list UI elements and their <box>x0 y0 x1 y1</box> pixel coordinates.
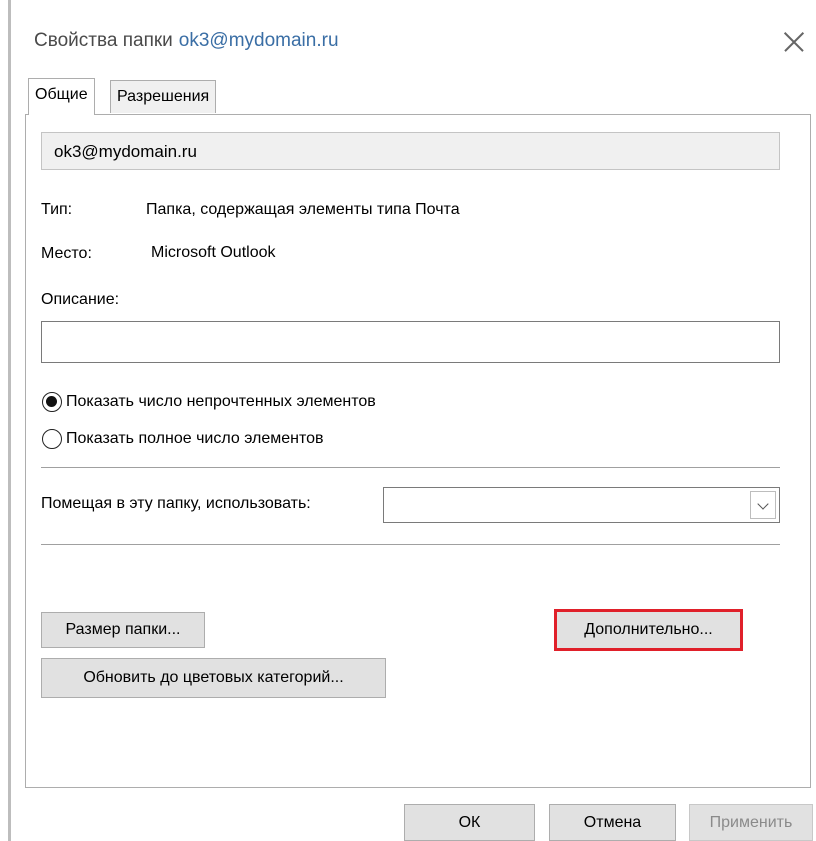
chevron-down-icon[interactable] <box>750 491 776 519</box>
ok-button[interactable]: ОК <box>404 804 535 841</box>
tab-permissions[interactable]: Разрешения <box>110 80 217 113</box>
post-using-label: Помещая в эту папку, использовать: <box>41 495 311 512</box>
window-title-prefix: Свойства папки <box>34 30 173 51</box>
location-label: Место: <box>41 245 92 262</box>
radio-unread-label[interactable]: Показать число непрочтенных элементов <box>66 393 376 411</box>
cancel-button[interactable]: Отмена <box>549 804 676 841</box>
post-using-select[interactable] <box>383 487 780 523</box>
tab-permissions-label: Разрешения <box>117 88 210 105</box>
close-icon[interactable] <box>776 24 812 60</box>
divider-bottom <box>41 544 780 545</box>
tab-general-label: Общие <box>35 86 88 103</box>
description-label: Описание: <box>41 291 120 308</box>
radio-unchecked-icon[interactable] <box>42 429 62 449</box>
radio-total-label[interactable]: Показать полное число элементов <box>66 430 324 448</box>
radio-checked-icon[interactable] <box>42 392 62 412</box>
window-left-edge <box>8 0 11 841</box>
upgrade-color-categories-button[interactable]: Обновить до цветовых категорий... <box>41 658 386 698</box>
divider-top <box>41 467 780 468</box>
folder-size-button[interactable]: Размер папки... <box>41 612 205 648</box>
apply-button[interactable]: Применить <box>689 804 813 841</box>
window-title-account: ok3@mydomain.ru <box>178 30 339 51</box>
description-input[interactable] <box>41 321 780 363</box>
folder-name-field: ok3@mydomain.ru <box>41 132 780 170</box>
window-title: Свойства папки ok3@mydomain.ru <box>34 30 339 52</box>
location-value: Microsoft Outlook <box>151 244 276 261</box>
tab-general[interactable]: Общие <box>28 78 95 115</box>
type-label: Тип: <box>41 201 73 218</box>
type-value: Папка, содержащая элементы типа Почта <box>146 201 460 218</box>
advanced-button[interactable]: Дополнительно... <box>554 609 743 651</box>
